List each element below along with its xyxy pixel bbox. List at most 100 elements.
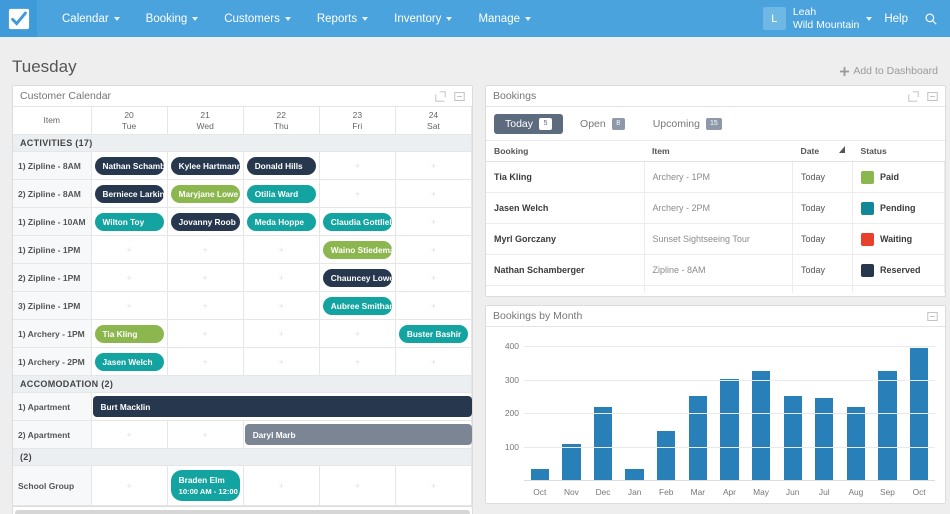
add-booking-icon[interactable]: + (95, 301, 164, 311)
calendar-cell[interactable]: Chauncey Lowe (319, 263, 396, 293)
add-booking-icon[interactable]: + (247, 481, 316, 491)
expand-icon[interactable] (435, 90, 446, 102)
expand-icon[interactable] (908, 90, 919, 102)
calendar-cell[interactable]: + (91, 291, 168, 321)
chart-bar-column[interactable] (872, 337, 904, 481)
calendar-cell[interactable]: + (395, 151, 473, 181)
add-booking-icon[interactable]: + (323, 189, 392, 199)
add-to-dashboard-button[interactable]: Add to Dashboard (840, 65, 938, 77)
calendar-cell[interactable]: Jasen Welch (91, 347, 168, 377)
accommodation-bar[interactable]: Daryl Marb (244, 424, 472, 446)
nav-item-calendar[interactable]: Calendar (49, 0, 133, 37)
nav-item-reports[interactable]: Reports (304, 0, 381, 37)
add-booking-icon[interactable]: + (171, 329, 240, 339)
booking-pill[interactable]: Tia Kling (94, 324, 164, 343)
add-booking-icon[interactable]: + (247, 245, 316, 255)
calendar-cell[interactable]: + (243, 291, 320, 321)
app-logo[interactable] (0, 0, 37, 37)
chart-bar-column[interactable] (745, 337, 777, 481)
add-booking-icon[interactable]: + (399, 357, 468, 367)
calendar-cell[interactable]: + (243, 347, 320, 377)
add-booking-icon[interactable]: + (323, 357, 392, 367)
booking-pill[interactable]: Kylee Hartmann (170, 156, 240, 175)
add-booking-icon[interactable]: + (247, 329, 316, 339)
add-booking-icon[interactable]: + (95, 273, 164, 283)
chart-bar[interactable] (878, 370, 897, 481)
add-booking-icon[interactable]: + (247, 273, 316, 283)
booking-pill[interactable]: Buster Bashir (398, 324, 468, 343)
calendar-cell[interactable]: Berniece Larkin (91, 179, 168, 209)
add-booking-icon[interactable]: + (247, 301, 316, 311)
bookings-table-scroll[interactable]: Booking Item Date Status Tia Kling Archer… (486, 141, 945, 293)
calendar-cell[interactable]: + (167, 263, 244, 293)
calendar-cell[interactable]: Kylee Hartmann (167, 151, 244, 181)
nav-item-customers[interactable]: Customers (211, 0, 304, 37)
collapse-icon[interactable] (927, 311, 938, 322)
add-booking-icon[interactable]: + (399, 161, 468, 171)
calendar-horizontal-scrollbar[interactable] (12, 507, 473, 514)
booking-pill[interactable]: Meda Hoppe (246, 212, 316, 231)
chart-bar[interactable] (909, 347, 929, 481)
calendar-col-day[interactable]: 22 Thu (243, 107, 320, 136)
chart-bar-column[interactable] (903, 337, 935, 481)
calendar-cell[interactable]: Nathan Schamberger (91, 151, 168, 181)
calendar-cell[interactable]: Waino Stiedemann (319, 235, 396, 265)
add-booking-icon[interactable]: + (399, 273, 468, 283)
bookings-col-item[interactable]: Item (644, 141, 793, 162)
calendar-span-cell[interactable]: Daryl Marb (243, 420, 473, 450)
add-booking-icon[interactable]: + (95, 245, 164, 255)
add-booking-icon[interactable]: + (399, 217, 468, 227)
chart-bar[interactable] (593, 407, 613, 481)
chart-bar[interactable] (562, 444, 581, 481)
calendar-cell[interactable]: + (319, 465, 396, 507)
table-row[interactable]: Tia Kling Archery - 1PM Today Paid (486, 161, 945, 193)
chart-bar[interactable] (815, 397, 834, 481)
add-booking-icon[interactable]: + (171, 273, 240, 283)
calendar-cell[interactable]: + (319, 151, 396, 181)
booking-pill[interactable]: Braden Elm10:00 AM - 12:00 PM (170, 470, 240, 502)
calendar-cell[interactable]: + (395, 465, 473, 507)
calendar-span-cell[interactable]: Burt Macklin (91, 392, 472, 422)
calendar-cell[interactable]: + (395, 263, 473, 293)
add-booking-icon[interactable]: + (171, 301, 240, 311)
chart-bar-column[interactable] (650, 337, 682, 481)
nav-item-manage[interactable]: Manage (465, 0, 544, 37)
tab-upcoming[interactable]: Upcoming 15 (642, 114, 733, 134)
calendar-cell[interactable]: + (91, 420, 168, 450)
chart-bar-column[interactable] (524, 337, 556, 481)
table-row[interactable]: Jasen Welch Archery - 2PM Today Pending (486, 192, 945, 224)
calendar-cell[interactable]: Aubree Smitham (319, 291, 396, 321)
scrollbar-track[interactable] (15, 510, 470, 514)
calendar-cell[interactable]: + (167, 319, 244, 349)
calendar-cell[interactable]: Braden Elm10:00 AM - 12:00 PM (167, 465, 244, 507)
calendar-cell[interactable]: Claudia Gottlieb (319, 207, 396, 237)
calendar-cell[interactable]: + (395, 291, 473, 321)
chart-bar-column[interactable] (714, 337, 746, 481)
chevron-down-icon[interactable] (866, 16, 873, 21)
chart-bar-column[interactable] (777, 337, 809, 481)
calendar-cell[interactable]: + (395, 179, 473, 209)
chart-bar-column[interactable] (840, 337, 872, 481)
calendar-cell[interactable]: Jovanny Roob (167, 207, 244, 237)
booking-pill[interactable]: Jovanny Roob (170, 212, 240, 231)
nav-item-inventory[interactable]: Inventory (381, 0, 465, 37)
calendar-cell[interactable]: + (395, 207, 473, 237)
calendar-cell[interactable]: + (319, 179, 396, 209)
chart-bar[interactable] (751, 370, 771, 481)
chart-bar[interactable] (657, 430, 676, 481)
calendar-cell[interactable]: + (167, 420, 244, 450)
calendar-cell[interactable]: + (319, 319, 396, 349)
calendar-cell[interactable]: + (167, 235, 244, 265)
calendar-cell[interactable]: + (91, 263, 168, 293)
tab-open[interactable]: Open 8 (569, 114, 636, 134)
add-booking-icon[interactable]: + (399, 245, 468, 255)
add-booking-icon[interactable]: + (95, 481, 164, 491)
chart-bar[interactable] (720, 378, 739, 481)
calendar-col-day[interactable]: 21 Wed (167, 107, 244, 136)
table-row[interactable]: Myrl Gorczany Sunset Sightseeing Tour Toda… (486, 223, 945, 255)
calendar-cell[interactable]: + (167, 347, 244, 377)
booking-pill[interactable]: Chauncey Lowe (322, 268, 392, 287)
add-booking-icon[interactable]: + (247, 357, 316, 367)
add-booking-icon[interactable]: + (323, 481, 392, 491)
booking-pill[interactable]: Otilia Ward (246, 184, 316, 203)
